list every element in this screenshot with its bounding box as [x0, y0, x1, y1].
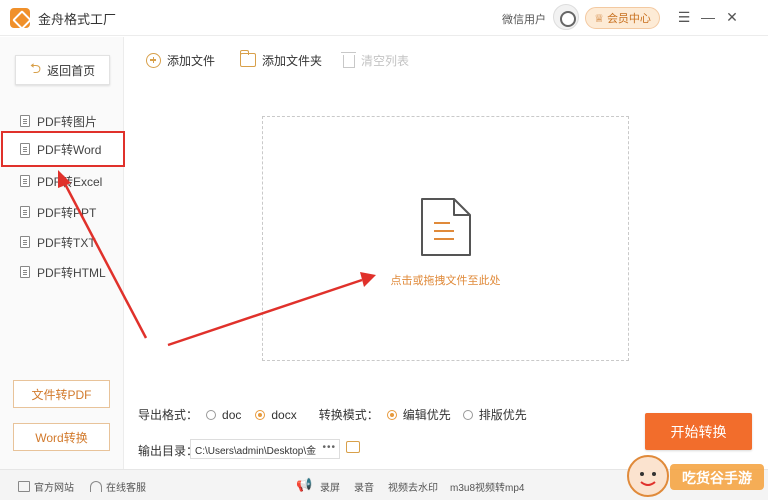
sidebar-item-label: PDF转图片	[37, 114, 98, 129]
radio-edit-first[interactable]	[386, 409, 397, 420]
more-icon[interactable]: •••	[319, 442, 336, 453]
export-format-row: 导出格式： doc docx 转换模式： 编辑优先 排版优先	[138, 406, 527, 423]
sidebar-item-pdf-to-word[interactable]: PDF转Word	[1, 131, 125, 167]
radio-doc-label[interactable]: doc	[222, 408, 241, 422]
official-site-link[interactable]: 官方网站	[18, 479, 74, 494]
output-dir-row: 输出目录：	[138, 442, 198, 459]
mode-label: 转换模式：	[318, 408, 379, 422]
sidebar-item-label: PDF转HTML	[37, 265, 106, 280]
file-to-pdf-button[interactable]: 文件转PDF	[13, 380, 110, 408]
radio-docx-label[interactable]: docx	[271, 408, 296, 422]
clear-list-label: 清空列表	[361, 53, 410, 68]
thumb-icon: ♕	[594, 12, 604, 25]
app-logo-icon	[10, 8, 30, 28]
add-folder-label: 添加文件夹	[262, 53, 323, 68]
radio-edit-first-label[interactable]: 编辑优先	[403, 406, 451, 423]
open-folder-icon[interactable]	[346, 441, 360, 453]
avatar[interactable]	[553, 4, 579, 30]
member-center-label: 会员中心	[606, 13, 651, 25]
ppt-file-icon	[20, 206, 30, 218]
start-convert-button[interactable]: 开始转换	[645, 413, 752, 450]
online-support-label: 在线客服	[106, 483, 146, 494]
title-bar: 金舟格式工厂 微信用户 ♕ 会员中心 ☰ — ✕	[0, 0, 768, 36]
member-center-button[interactable]: ♕ 会员中心	[585, 7, 660, 29]
word-file-icon	[20, 143, 30, 155]
sidebar-item-pdf-to-html[interactable]: PDF转HTML	[0, 258, 124, 286]
online-support-link[interactable]: 在线客服	[90, 479, 146, 494]
monitor-icon	[18, 481, 30, 492]
return-arrow-icon: ⮌	[29, 60, 42, 76]
drop-hint: 点击或拖拽文件至此处	[390, 275, 501, 287]
output-dir-label: 输出目录：	[138, 444, 199, 458]
output-dir-value: C:\Users\admin\Desktop\金	[195, 445, 317, 457]
html-file-icon	[20, 266, 30, 278]
folder-icon	[239, 50, 256, 67]
record-screen-link[interactable]: 录屏	[320, 479, 340, 494]
txt-file-icon	[20, 236, 30, 248]
radio-doc[interactable]	[206, 409, 217, 420]
add-circle-icon	[146, 52, 161, 68]
clear-list-button[interactable]: 清空列表	[341, 48, 410, 72]
remove-watermark-link[interactable]: 视频去水印	[388, 479, 438, 494]
add-folder-button[interactable]: 添加文件夹	[239, 48, 323, 72]
user-name[interactable]: 微信用户	[502, 11, 546, 27]
menu-icon[interactable]: ☰	[674, 7, 694, 27]
radio-layout-first[interactable]	[462, 409, 473, 420]
output-dir-field[interactable]: C:\Users\admin\Desktop\金 •••	[190, 439, 340, 459]
export-format-label: 导出格式：	[138, 408, 199, 422]
record-audio-link[interactable]: 录音	[354, 479, 374, 494]
image-file-icon	[20, 115, 30, 127]
excel-file-icon	[20, 175, 30, 187]
m3u8-to-mp4-link[interactable]: m3u8视频转mp4	[450, 479, 524, 494]
close-icon[interactable]: ✕	[722, 7, 742, 27]
headset-icon	[90, 481, 102, 492]
add-file-button[interactable]: 添加文件	[146, 48, 215, 72]
app-title: 金舟格式工厂	[38, 12, 117, 27]
watermark-text: 吃货谷手游	[682, 470, 752, 487]
add-file-label: 添加文件	[167, 53, 216, 68]
minimize-icon[interactable]: —	[698, 7, 718, 27]
radio-docx[interactable]	[255, 409, 266, 420]
back-home-button[interactable]: ⮌ 返回首页	[15, 55, 110, 85]
sidebar-item-label: PDF转PPT	[37, 205, 97, 220]
sidebar-item-label: PDF转TXT	[37, 235, 96, 250]
sidebar: ⮌ 返回首页 PDF转图片 PDF转Word PDF转Excel PDF转PPT…	[0, 37, 125, 469]
sidebar-item-pdf-to-txt[interactable]: PDF转TXT	[0, 228, 124, 256]
sidebar-item-label: PDF转Excel	[37, 174, 103, 189]
word-convert-button[interactable]: Word转换	[13, 423, 110, 451]
document-icon	[421, 198, 471, 256]
file-drop-zone[interactable]: 点击或拖拽文件至此处	[262, 116, 629, 361]
sidebar-item-pdf-to-excel[interactable]: PDF转Excel	[0, 167, 124, 195]
radio-layout-first-label[interactable]: 排版优先	[479, 406, 527, 423]
watermark-logo: 吃货谷手游	[627, 455, 764, 497]
sidebar-item-label: PDF转Word	[37, 142, 102, 157]
trash-icon	[341, 51, 356, 68]
back-home-label: 返回首页	[47, 63, 96, 78]
megaphone-icon: 📢	[296, 477, 313, 492]
official-site-label: 官方网站	[34, 483, 74, 494]
sidebar-item-pdf-to-ppt[interactable]: PDF转PPT	[0, 198, 124, 226]
